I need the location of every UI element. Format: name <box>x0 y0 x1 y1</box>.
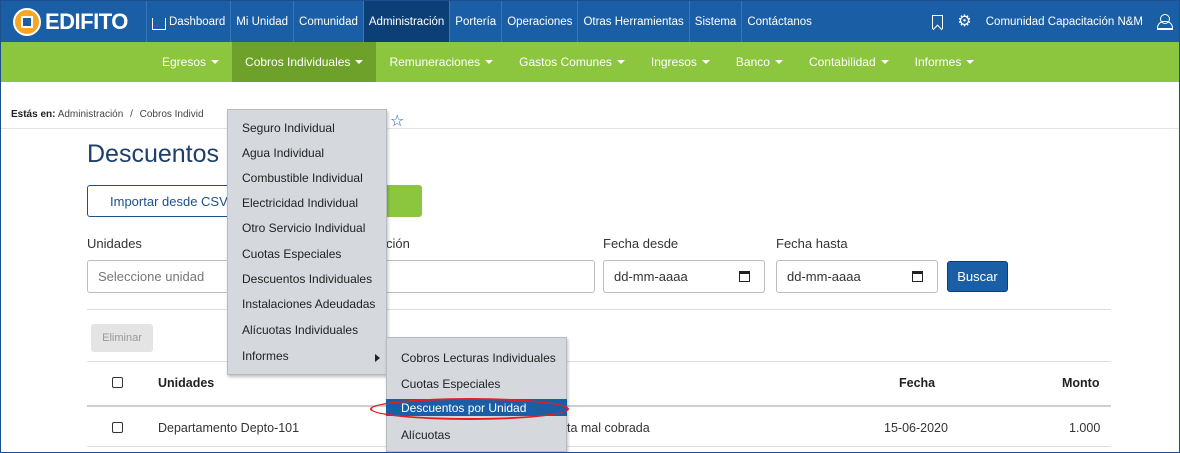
topnav-porteria[interactable]: Portería <box>450 1 503 42</box>
page-title: Descuentos <box>87 140 220 168</box>
subnav-contabilidad[interactable]: Contabilidad <box>796 42 902 82</box>
caret-down-icon <box>701 60 710 64</box>
user-icon[interactable] <box>1157 13 1173 30</box>
informes-submenu-items: Cobros Lecturas Individuales Cuotas Espe… <box>386 337 567 452</box>
header-unidades[interactable]: Unidades <box>158 376 214 390</box>
topnav-contactanos[interactable]: Contáctanos <box>742 1 817 42</box>
logo[interactable]: EDIFITO <box>1 1 147 42</box>
cobros-individuales-menu: Seguro Individual Agua Individual Combus… <box>227 109 387 375</box>
subnav-ingresos[interactable]: Ingresos <box>638 42 723 82</box>
header-monto[interactable]: Monto <box>1062 376 1099 390</box>
breadcrumb-administracion[interactable]: Administración <box>58 109 124 120</box>
table-header-divider <box>87 405 1111 407</box>
top-right-tools: ⚙ Comunidad Capacitación N&M <box>932 1 1173 42</box>
sub-navbar: Egresos Cobros Individuales Remuneracion… <box>1 42 1179 82</box>
divider <box>1 128 1179 129</box>
bookmark-icon[interactable] <box>932 14 944 29</box>
subnav-informes[interactable]: Informes <box>902 42 988 82</box>
cell-unidad: Departamento Depto-101 <box>158 421 300 435</box>
caret-down-icon <box>880 60 889 64</box>
cell-monto: 1.000 <box>1069 421 1101 435</box>
topnav-comunidad[interactable]: Comunidad <box>294 1 364 42</box>
menu-item-otro-servicio-individual[interactable]: Otro Servicio Individual <box>242 221 365 235</box>
submenu-item-cuotas-especiales[interactable]: Cuotas Especiales <box>401 377 500 391</box>
top-nav: Dashboard Mi Unidad Comunidad Administra… <box>147 1 817 42</box>
menu-item-informes[interactable]: Informes <box>242 349 289 363</box>
fecha-hasta-placeholder: dd-mm-aaaa <box>787 269 861 284</box>
breadcrumb-cobros[interactable]: Cobros Individ <box>140 109 204 120</box>
fecha-desde-placeholder: dd-mm-aaaa <box>614 269 688 284</box>
logo-text: EDIFITO <box>45 8 128 34</box>
subnav-label: Egresos <box>162 55 207 69</box>
app-window: EDIFITO Dashboard Mi Unidad Comunidad Ad… <box>0 0 1180 453</box>
cell-fecha: 15-06-2020 <box>884 421 948 435</box>
highlight-annotation-ring <box>370 398 569 420</box>
caret-down-icon <box>966 60 975 64</box>
topnav-operaciones[interactable]: Operaciones <box>502 1 579 42</box>
menu-item-cuotas-especiales[interactable]: Cuotas Especiales <box>242 247 341 261</box>
subnav-cobros-individuales[interactable]: Cobros Individuales <box>232 42 377 82</box>
subnav-label: Contabilidad <box>808 55 876 69</box>
gear-icon[interactable]: ⚙ <box>957 13 971 30</box>
subnav-label: Gastos Comunes <box>519 55 612 69</box>
submenu-item-alicuotas[interactable]: Alícuotas <box>401 428 450 442</box>
subnav-egresos[interactable]: Egresos <box>149 42 232 82</box>
unidades-select[interactable]: Seleccione unidad <box>87 260 237 293</box>
subnav-label: Banco <box>735 55 770 69</box>
topnav-otras-herramientas[interactable]: Otras Herramientas <box>578 1 690 42</box>
breadcrumb: Estás en: Administración / Cobros Indivi… <box>11 109 204 120</box>
subnav-gastos-comunes[interactable]: Gastos Comunes <box>506 42 638 82</box>
menu-item-descuentos-individuales[interactable]: Descuentos Individuales <box>242 272 372 286</box>
select-all-checkbox[interactable] <box>112 377 123 388</box>
search-button[interactable]: Buscar <box>947 261 1008 292</box>
descripcion-label: ción <box>386 236 410 251</box>
caret-down-icon <box>355 60 364 64</box>
fecha-desde-input[interactable]: dd-mm-aaaa <box>603 260 765 293</box>
home-icon <box>152 17 166 30</box>
caret-down-icon <box>774 60 783 64</box>
breadcrumb-separator: / <box>130 109 133 120</box>
caret-down-icon <box>211 60 220 64</box>
cell-descripcion: ta mal cobrada <box>567 421 650 435</box>
unidades-placeholder: Seleccione unidad <box>98 269 205 284</box>
divider <box>87 446 1111 447</box>
subnav-label: Ingresos <box>650 55 697 69</box>
delete-button[interactable]: Eliminar <box>91 324 153 352</box>
header-fecha[interactable]: Fecha <box>899 376 935 390</box>
subnav-banco[interactable]: Banco <box>723 42 796 82</box>
descripcion-input[interactable] <box>357 260 595 293</box>
subnav-label: Remuneraciones <box>389 55 481 69</box>
menu-item-instalaciones-adeudadas[interactable]: Instalaciones Adeudadas <box>242 297 375 311</box>
fecha-hasta-input[interactable]: dd-mm-aaaa <box>776 260 938 293</box>
top-navbar: EDIFITO Dashboard Mi Unidad Comunidad Ad… <box>1 1 1179 42</box>
fecha-hasta-label: Fecha hasta <box>776 236 848 251</box>
building-logo-icon <box>13 7 41 36</box>
topnav-dashboard[interactable]: Dashboard <box>147 1 232 42</box>
subnav-remuneraciones[interactable]: Remuneraciones <box>376 42 506 82</box>
menu-item-alicuotas-individuales[interactable]: Alícuotas Individuales <box>242 323 358 337</box>
topnav-label: Dashboard <box>169 15 226 28</box>
menu-item-agua-individual[interactable]: Agua Individual <box>242 146 324 160</box>
caret-down-icon <box>485 60 494 64</box>
chevron-right-icon <box>375 354 380 362</box>
menu-item-combustible-individual[interactable]: Combustible Individual <box>242 171 363 185</box>
topnav-mi-unidad[interactable]: Mi Unidad <box>231 1 295 42</box>
submenu-item-cobros-lecturas[interactable]: Cobros Lecturas Individuales <box>401 351 556 365</box>
calendar-icon[interactable] <box>739 271 750 282</box>
community-name[interactable]: Comunidad Capacitación N&M <box>986 16 1143 28</box>
import-csv-button[interactable]: Importar desde CSV <box>87 185 237 217</box>
row-checkbox[interactable] <box>112 422 123 433</box>
menu-item-seguro-individual[interactable]: Seguro Individual <box>242 121 335 135</box>
calendar-icon[interactable] <box>912 271 923 282</box>
fecha-desde-label: Fecha desde <box>603 236 679 251</box>
caret-down-icon <box>616 60 625 64</box>
subnav-label: Informes <box>914 55 962 69</box>
topnav-administracion[interactable]: Administración <box>363 1 451 42</box>
menu-item-electricidad-individual[interactable]: Electricidad Individual <box>242 196 358 210</box>
unidades-label: Unidades <box>87 236 142 251</box>
breadcrumb-prefix: Estás en: <box>11 109 56 120</box>
topnav-sistema[interactable]: Sistema <box>690 1 743 42</box>
subnav-label: Cobros Individuales <box>245 55 351 69</box>
